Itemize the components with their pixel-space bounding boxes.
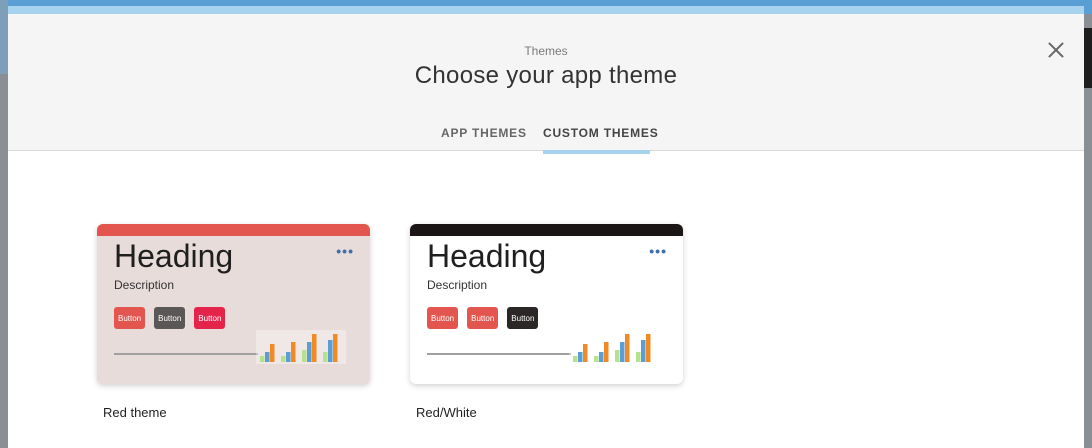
mini-chart-bar	[291, 342, 296, 362]
theme-card-buttons: Button Button Button	[427, 307, 539, 329]
mini-chart-bar	[312, 334, 317, 362]
modal-header: Themes Choose your app theme APP THEMES …	[8, 14, 1084, 154]
sample-button: Button	[467, 307, 499, 329]
mini-chart-bar	[578, 352, 583, 362]
modal-accent-bar	[8, 6, 1084, 14]
mini-chart-bar	[646, 334, 651, 362]
more-options-icon[interactable]: •••	[649, 244, 667, 258]
mini-chart-bar	[620, 342, 625, 362]
theme-card-top-bar	[410, 224, 683, 236]
sample-button: Button	[194, 307, 226, 329]
mini-chart-bar	[302, 350, 307, 362]
modal-subtitle: Themes	[524, 44, 568, 58]
theme-card-heading: Heading	[427, 238, 547, 274]
sample-line	[427, 353, 571, 355]
theme-card-buttons: Button Button Button	[114, 307, 226, 329]
sample-line	[114, 353, 258, 355]
tab-app-themes[interactable]: APP THEMES	[441, 126, 527, 151]
theme-card-red-white[interactable]: Heading ••• Description Button Button Bu…	[410, 224, 683, 384]
sample-button: Button	[114, 307, 146, 329]
mini-chart-bar	[260, 356, 265, 362]
mini-chart-bar	[641, 340, 646, 362]
backdrop-right-strip	[1084, 28, 1092, 88]
mini-chart-bar	[265, 352, 270, 362]
mini-chart-bar	[615, 350, 620, 362]
mini-chart-bar	[307, 342, 312, 362]
theme-card-top-bar	[97, 224, 370, 236]
theme-card-heading: Heading	[114, 238, 234, 274]
tab-bar: APP THEMES CUSTOM THEMES	[8, 126, 1084, 154]
sample-button: Button	[154, 307, 186, 329]
mini-chart-bar	[625, 334, 630, 362]
sample-button: Button	[507, 307, 539, 329]
mini-chart-bar	[333, 334, 338, 362]
sample-button: Button	[427, 307, 459, 329]
mini-chart-bar	[636, 352, 641, 362]
modal-title: Choose your app theme	[414, 62, 678, 89]
mini-chart-bar	[599, 352, 604, 362]
mini-chart-bar	[323, 352, 328, 362]
sample-bar-chart-icon	[256, 330, 346, 364]
tab-custom-themes[interactable]: CUSTOM THEMES	[543, 126, 659, 154]
mini-chart-bar	[270, 344, 275, 362]
mini-chart-bar	[594, 356, 599, 362]
mini-chart-bar	[286, 352, 291, 362]
theme-name-label: Red/White	[416, 405, 477, 420]
mini-chart-bar	[573, 356, 578, 362]
backdrop-left-strip	[0, 0, 8, 74]
mini-chart-bar	[328, 340, 333, 362]
theme-modal: Themes Choose your app theme APP THEMES …	[8, 6, 1084, 448]
theme-card-red[interactable]: Heading ••• Description Button Button Bu…	[97, 224, 370, 384]
mini-chart-bar	[281, 356, 286, 362]
close-icon[interactable]	[1046, 40, 1066, 60]
mini-chart-bar	[583, 344, 588, 362]
theme-name-label: Red theme	[103, 405, 167, 420]
more-options-icon[interactable]: •••	[336, 244, 354, 258]
theme-card-description: Description	[427, 278, 488, 292]
mini-chart-bar	[604, 342, 609, 362]
sample-bar-chart-icon	[569, 330, 659, 364]
theme-card-description: Description	[114, 278, 175, 292]
